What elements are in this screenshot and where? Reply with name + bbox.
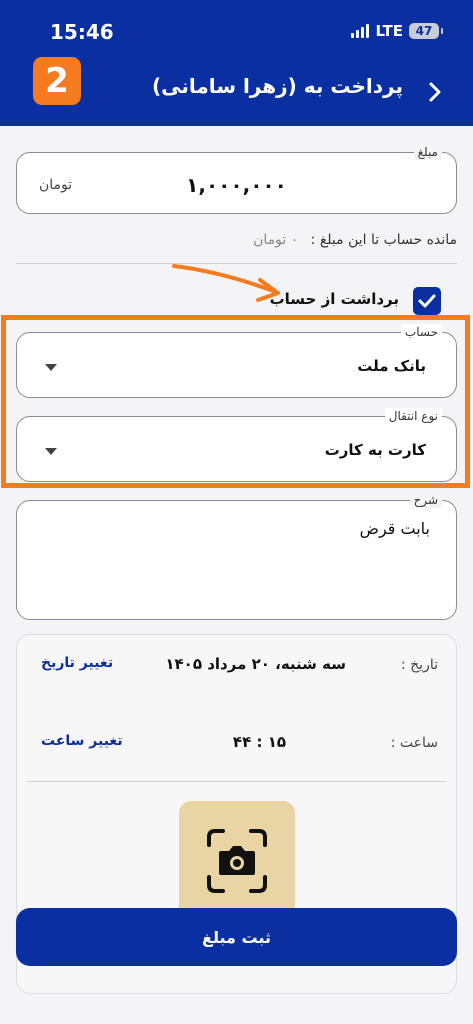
- description-field[interactable]: شرح بابت قرض: [16, 492, 457, 620]
- camera-scan-icon: [207, 829, 267, 893]
- step-badge: 2: [33, 57, 81, 105]
- change-time-link[interactable]: تغییر ساعت: [41, 733, 123, 749]
- caret-down-icon: [45, 364, 57, 371]
- submit-button[interactable]: ثبت مبلغ: [16, 908, 457, 966]
- check-icon: [418, 294, 436, 308]
- time-value: ۱۵ : ۴۴: [232, 733, 286, 751]
- account-value: بانک ملت: [357, 357, 426, 375]
- change-date-link[interactable]: تغییر تاریخ: [41, 655, 113, 671]
- account-label: حساب: [400, 324, 442, 340]
- transfer-type-label: نوع انتقال: [384, 408, 442, 424]
- account-select[interactable]: حساب بانک ملت: [16, 324, 457, 398]
- battery-level: 47: [415, 24, 433, 38]
- withdraw-label[interactable]: برداشت از حساب: [270, 290, 399, 308]
- caret-down-icon: [45, 448, 57, 455]
- status-time: 15:46: [50, 20, 114, 44]
- page-title: پرداخت به (زهرا سامانی): [152, 74, 403, 98]
- date-label: تاریخ :: [400, 657, 438, 673]
- amount-field[interactable]: مبلغ ۱,۰۰۰,۰۰۰ تومان: [16, 144, 457, 214]
- app-header: 15:46 LTE 47 2 پرداخت به (زهرا سامانی): [0, 0, 473, 126]
- remaining-balance: مانده حساب تا این مبلغ : ۰ تومان: [253, 232, 457, 248]
- attach-photo-button[interactable]: [179, 801, 295, 921]
- remaining-value: ۰ تومان: [253, 232, 299, 248]
- amount-label: مبلغ: [413, 144, 442, 160]
- battery-icon: 47: [409, 23, 443, 39]
- status-indicators: LTE 47: [351, 22, 443, 40]
- date-value: سه شنبه، ۲۰ مرداد ۱۴۰۵: [165, 655, 346, 673]
- back-chevron-icon[interactable]: [423, 80, 447, 104]
- divider: [27, 781, 446, 782]
- remaining-label: مانده حساب تا این مبلغ :: [310, 232, 457, 248]
- transfer-type-value: کارت به کارت: [324, 441, 426, 459]
- description-label: شرح: [409, 492, 442, 508]
- description-value: بابت قرض: [359, 519, 430, 538]
- time-label: ساعت :: [390, 735, 438, 751]
- signal-icon: [351, 24, 370, 38]
- amount-unit: تومان: [39, 177, 73, 193]
- withdraw-checkbox[interactable]: [413, 287, 441, 315]
- network-type: LTE: [375, 22, 403, 40]
- amount-value: ۱,۰۰۰,۰۰۰: [186, 173, 287, 197]
- transfer-type-select[interactable]: نوع انتقال کارت به کارت: [16, 408, 457, 482]
